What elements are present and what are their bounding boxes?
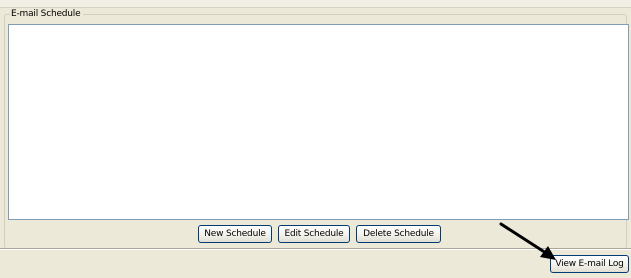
view-email-log-button[interactable]: View E-mail Log (550, 255, 629, 273)
top-edge-strip (0, 0, 631, 8)
edit-schedule-button[interactable]: Edit Schedule (278, 225, 350, 243)
groupbox-title: E-mail Schedule (10, 8, 84, 20)
schedule-list[interactable] (8, 24, 629, 220)
delete-schedule-button[interactable]: Delete Schedule (356, 225, 441, 243)
new-schedule-button[interactable]: New Schedule (198, 225, 272, 243)
arrow-pointer-icon (499, 222, 556, 260)
